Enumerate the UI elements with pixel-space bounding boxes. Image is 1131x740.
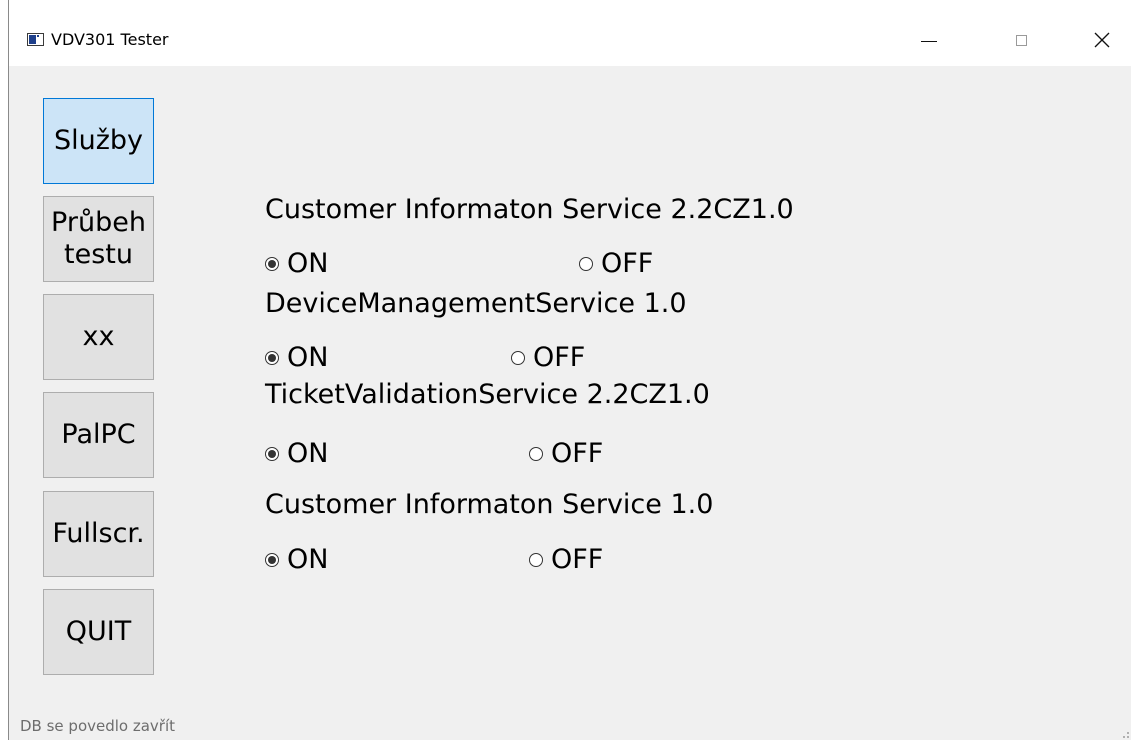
close-button[interactable]	[1079, 22, 1125, 58]
service-4-off-radio[interactable]: OFF	[529, 544, 603, 575]
service-1-off-radio[interactable]: OFF	[579, 248, 653, 279]
nav-button-xx[interactable]: xx	[43, 294, 154, 380]
main-window: VDV301 Tester Služby Průbeh testu xx Pal…	[8, 0, 1131, 740]
radio-unchecked-icon	[529, 552, 543, 567]
resize-grip-icon[interactable]	[1123, 732, 1129, 738]
maximize-icon	[1015, 34, 1027, 46]
minimize-button[interactable]	[906, 22, 952, 58]
close-icon	[1094, 32, 1110, 48]
radio-checked-icon	[265, 350, 279, 365]
radio-label: ON	[287, 248, 329, 279]
radio-label: OFF	[533, 342, 586, 373]
service-title: Customer Informaton Service 1.0	[265, 489, 714, 520]
nav-button-palpc[interactable]: PalPC	[43, 392, 154, 478]
service-title: Customer Informaton Service 2.2CZ1.0	[265, 194, 794, 225]
service-3-off-radio[interactable]: OFF	[529, 438, 603, 469]
minimize-icon	[921, 40, 937, 42]
title-bar[interactable]: VDV301 Tester	[9, 0, 1131, 66]
client-area: Služby Průbeh testu xx PalPC Fullscr. QU…	[9, 66, 1131, 740]
status-bar-message: DB se povedlo zavřít	[20, 717, 176, 735]
radio-label: OFF	[601, 248, 654, 279]
service-4-on-radio[interactable]: ON	[265, 544, 328, 575]
radio-checked-icon	[265, 256, 279, 271]
service-1-on-radio[interactable]: ON	[265, 248, 328, 279]
maximize-button[interactable]	[998, 22, 1044, 58]
radio-unchecked-icon	[511, 350, 525, 365]
window-title: VDV301 Tester	[51, 30, 169, 49]
radio-checked-icon	[265, 552, 279, 567]
nav-button-quit[interactable]: QUIT	[43, 589, 154, 675]
radio-unchecked-icon	[579, 256, 593, 271]
service-title: TicketValidationService 2.2CZ1.0	[265, 379, 710, 410]
radio-label: ON	[287, 438, 329, 469]
service-2-on-radio[interactable]: ON	[265, 342, 328, 373]
radio-label: OFF	[551, 438, 604, 469]
radio-unchecked-icon	[529, 446, 543, 461]
app-window-icon	[27, 33, 44, 46]
radio-label: ON	[287, 342, 329, 373]
radio-label: ON	[287, 544, 329, 575]
nav-button-sluzby[interactable]: Služby	[43, 98, 154, 184]
nav-button-fullscreen[interactable]: Fullscr.	[43, 491, 154, 577]
service-title: DeviceManagementService 1.0	[265, 288, 687, 319]
nav-button-prubeh-testu[interactable]: Průbeh testu	[43, 196, 154, 282]
radio-checked-icon	[265, 446, 279, 461]
service-2-off-radio[interactable]: OFF	[511, 342, 585, 373]
radio-label: OFF	[551, 544, 604, 575]
service-3-on-radio[interactable]: ON	[265, 438, 328, 469]
